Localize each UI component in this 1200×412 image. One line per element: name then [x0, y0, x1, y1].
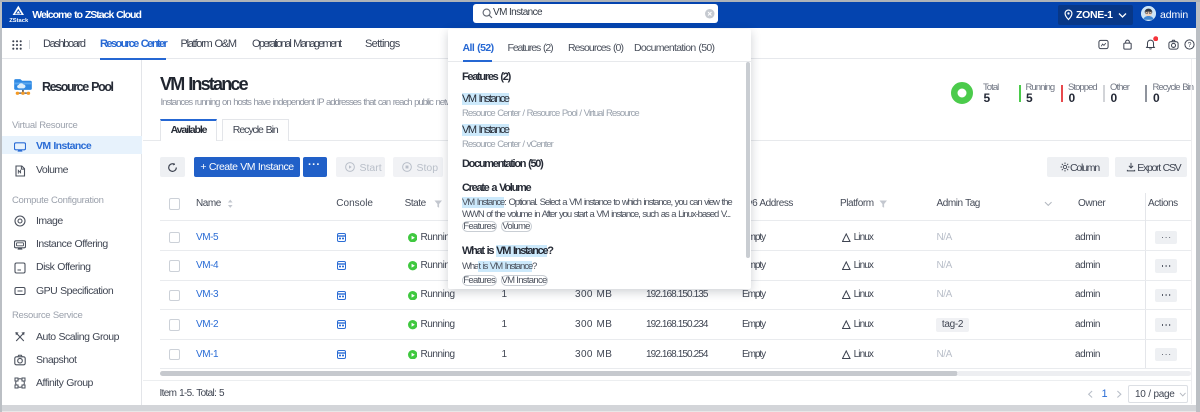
svg-text:ZStack: ZStack — [9, 18, 29, 23]
svg-text:?: ? — [1188, 42, 1192, 49]
